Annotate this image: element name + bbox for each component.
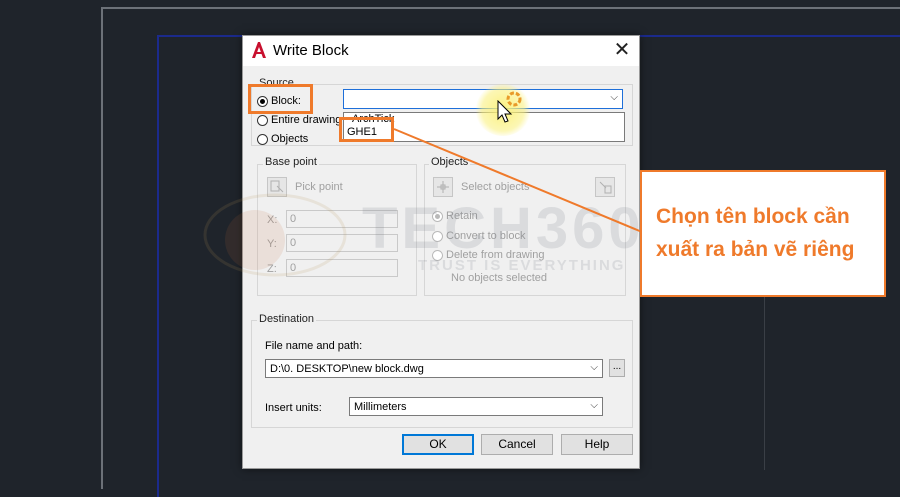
callout-text: Chọn tên block cần xuất ra bản vẽ riêng — [656, 200, 876, 266]
callout-box: Chọn tên block cần xuất ra bản vẽ riêng — [640, 170, 886, 297]
